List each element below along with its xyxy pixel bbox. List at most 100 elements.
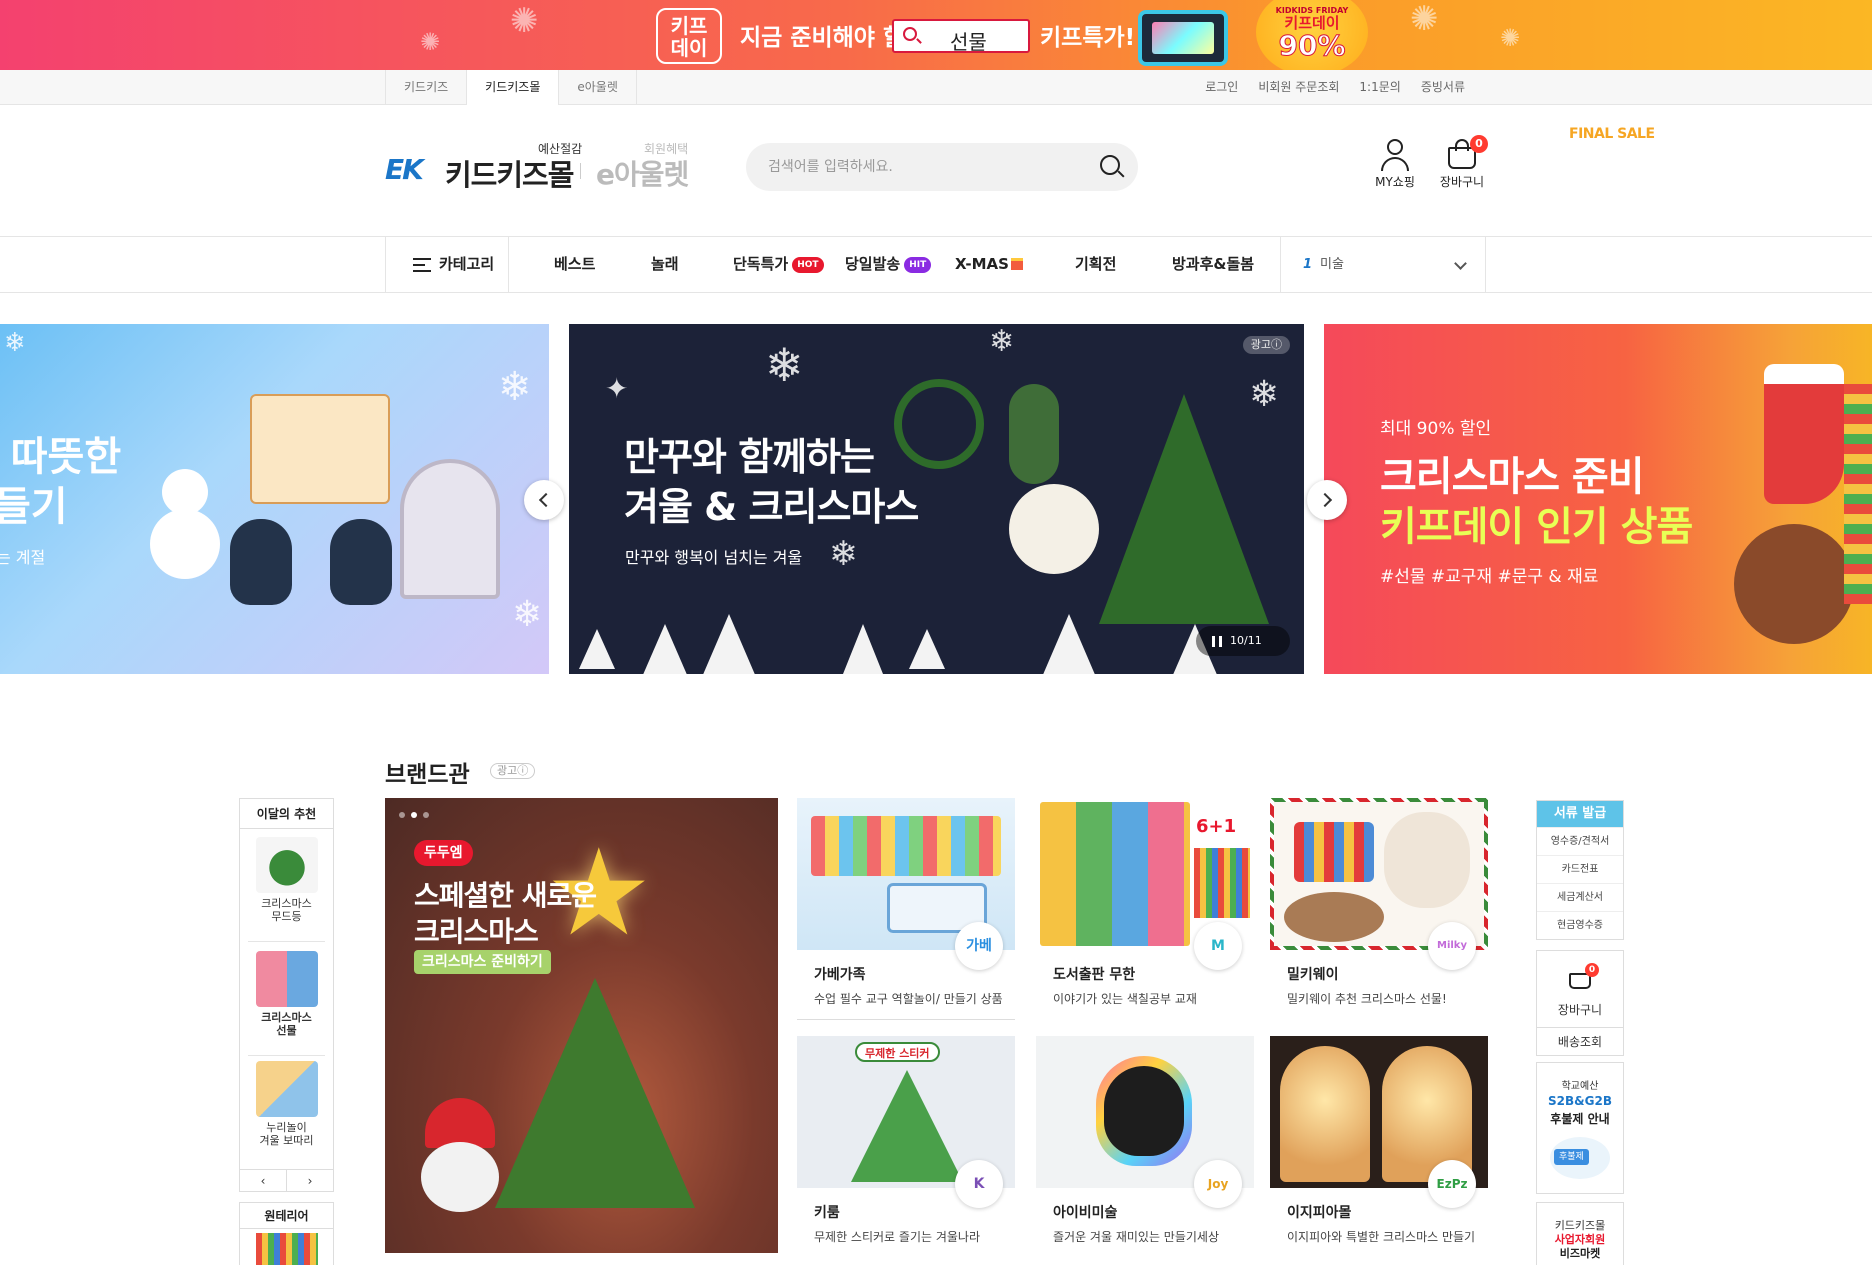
prev-arrow-icon[interactable]: ‹ [240,1170,286,1191]
brand-card[interactable]: EzPz 이지피아몰 이지피아와 특별한 크리스마스 만들기 [1270,1036,1488,1245]
snow-tree-icon [699,614,759,674]
promo-banner[interactable]: ✺ ✺ ✺ ✺ 키프 데이 지금 준비해야 할 선물 키프특가! KIDKIDS… [0,0,1872,70]
chevron-down-icon[interactable] [1454,257,1467,270]
delivery-tracking-link[interactable]: 배송조회 [1537,1027,1623,1055]
next-arrow-icon[interactable]: › [286,1170,333,1191]
monthly-pick-item[interactable]: 크리스마스 선물 [240,951,333,1037]
nav-item-specials[interactable]: 기획전 [1075,237,1116,292]
login-link[interactable]: 로그인 [1195,70,1248,105]
brand-card[interactable]: 가베 가베가족 수업 필수 교구 역할놀이/ 만들기 상품 [797,798,1015,1020]
receipt-quote-link[interactable]: 영수증/견적서 [1537,827,1623,855]
pager-dot-active[interactable] [411,812,417,818]
nav-item-after-school[interactable]: 방과후&돌봄 [1172,237,1254,292]
brand-card[interactable]: Joy 아이비미술 즐거운 겨울 재미있는 만들기세상 [1036,1036,1254,1245]
main-nav: 카테고리 베스트 놀래 단독특가 HOT 당일발송 HIT X-MAS 기획전 방과… [385,237,1486,293]
quick-cart-label: 장바구니 [1557,1003,1603,1017]
gabe-brand-logo: 가베 [955,922,1003,970]
cash-receipt-link[interactable]: 현금영수증 [1537,911,1623,939]
xmas-gift-thumb [255,951,318,1007]
postpay-illustration: 후불제 [1550,1137,1610,1179]
guest-order-link[interactable]: 비회원 주문조회 [1248,70,1349,105]
monthly-pick-item[interactable]: 크리스마스 무드등 [240,837,333,923]
ek-logo[interactable]: EK [385,153,424,186]
biz-market-banner[interactable]: 키드키즈몰 사업자회원 비즈마켓 [1536,1202,1624,1265]
gift-icon [1010,258,1023,270]
documents-link[interactable]: 증빙서류 [1411,70,1475,105]
milkyway-brand-logo: Milky [1428,922,1476,970]
nav-item-same-day-label: 당일발송 [845,255,901,273]
inquiry-link[interactable]: 1:1문의 [1349,70,1410,105]
snow-tree-icon [839,624,887,674]
interior-thumb[interactable] [255,1233,318,1265]
trending-keyword[interactable]: 1 미술 [1280,237,1485,292]
hero-slide-prev[interactable]: ❄ ❄ ❄ 고 따뜻한 들기 는 계절 [0,324,549,674]
card-slip-link[interactable]: 카드전표 [1537,855,1623,883]
nav-item-exclusive[interactable]: 단독특가 HOT [733,237,824,292]
nav-item-xmas[interactable]: X-MAS [955,237,1023,292]
brand-ad-label[interactable]: 광고ⓘ [490,763,536,779]
pause-icon[interactable] [1212,636,1222,647]
promo-search-keyword: 선물 [950,30,987,54]
hamburger-icon [413,258,431,272]
hit-badge: HIT [904,257,932,273]
promo-search-box[interactable]: 선물 [892,19,1030,54]
mall-name-logo[interactable]: 키드키즈몰 [445,152,574,194]
tab-kidkids-mall[interactable]: 키드키즈몰 [466,70,559,105]
brand-card[interactable]: 무제한 스티커 K 키룸 무제한 스티커로 즐기는 겨울나라 [797,1036,1015,1245]
cart-button[interactable]: 0 장바구니 [1432,135,1492,190]
site-tabs: 키드키즈 키드키즈몰 e아울렛 [385,70,637,105]
outlet-logo[interactable]: e아울렛 [596,153,689,193]
hero-next-hashtags: #선물 #교구재 #문구 & 재료 [1380,567,1599,587]
tab-kidkids[interactable]: 키드키즈 [385,70,466,105]
snowflake-icon: ❄ [512,594,543,635]
quick-cart-box[interactable]: 0 장바구니 배송조회 [1536,950,1624,1056]
search-icon [903,27,917,41]
search-icon[interactable] [1100,155,1120,175]
tab-e-outlet[interactable]: e아울렛 [558,70,637,105]
brand-feature-card[interactable]: ★ 두두엠 스페셜한 새로운 크리스마스 크리스마스 준비하기 [385,798,778,1253]
snow-tree-icon [1039,614,1099,674]
sticker-ribbon: 무제한 스티커 [855,1042,940,1062]
postpay-badge: 후불제 [1554,1149,1589,1165]
ad-label[interactable]: 광고ⓘ [1242,336,1290,354]
nav-item-same-day[interactable]: 당일발송 HIT [845,237,932,292]
sale-90-badge: KIDKIDS FRIDAY 키프데이 90% [1256,0,1368,70]
hero-slide-active[interactable]: ❄ ❄ ❄ ❄ ✦ 만꾸와 함께하는 겨울 & 크리스마스 만꾸와 행복이 넘치… [569,324,1304,674]
fish-bread-board-image [250,394,390,504]
school-budget-banner[interactable]: 학교예산 S2B&G2B 후불제 안내 후불제 [1536,1062,1624,1194]
brand-card[interactable]: 6+1 M 도서출판 무한 이야기가 있는 색칠공부 교재 [1036,798,1254,1007]
document-issue-box: 서류 발급 영수증/견적서 카드전표 세금계산서 현금영수증 [1536,800,1624,940]
brand-card[interactable]: Milky 밀키웨이 밀키웨이 추천 크리스마스 선물! [1270,798,1488,1007]
hero-next-line2: 키프데이 인기 상품 [1380,504,1693,550]
pager-dot[interactable] [423,812,429,818]
pager-dot[interactable] [399,812,405,818]
monthly-pick-item[interactable]: 누리놀이 겨울 보따리 [240,1061,333,1147]
snow-tree-icon [639,624,691,674]
cart-label: 장바구니 [1439,175,1485,189]
snowflake-icon: ❄ [498,364,532,410]
reindeer-plush-image [1734,524,1854,644]
carousel-next-button[interactable] [1307,480,1347,520]
hero-slide-next[interactable]: 최대 90% 할인 크리스마스 준비 키프데이 인기 상품 #선물 #교구재 #… [1324,324,1872,674]
mini-tree-ornament-image [1009,384,1059,484]
final-sale-banner[interactable]: FINAL SALE [1569,126,1655,142]
category-label: 카테고리 [439,255,495,273]
hot-badge: HOT [792,257,824,273]
winter-bundle-thumb [255,1061,318,1117]
kids-tablet-image [1138,10,1228,66]
slide-counter[interactable]: 10/11 [1196,626,1290,656]
feature-pager-dots [399,812,429,818]
nav-item-xmas-label: X-MAS [955,255,1009,273]
carousel-prev-button[interactable] [524,480,564,520]
tax-invoice-link[interactable]: 세금계산서 [1537,883,1623,911]
my-shopping-button[interactable]: MY쇼핑 [1365,135,1425,190]
monthly-pick-label: 크리스마스 선물 [261,1011,312,1037]
category-button[interactable]: 카테고리 [386,237,509,292]
nav-item-best[interactable]: 베스트 [554,237,595,292]
promo-message-left: 지금 준비해야 할 [740,25,905,51]
search-input[interactable] [768,155,1068,179]
nav-item-play[interactable]: 놀래 [651,237,679,292]
stocking-image [1764,364,1844,504]
brand-card-desc: 이지피아와 특별한 크리스마스 만들기 [1287,1230,1476,1244]
firework-icon: ✺ [1410,0,1439,39]
